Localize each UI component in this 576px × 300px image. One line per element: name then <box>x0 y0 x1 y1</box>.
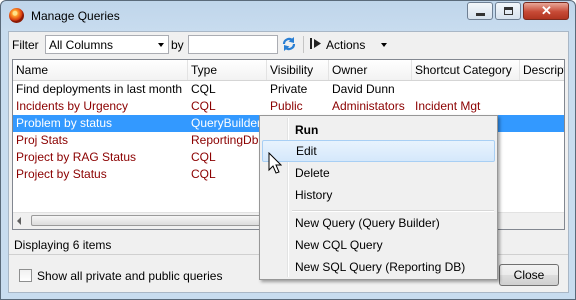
cell-name: Project by Status <box>16 167 107 181</box>
cell-name: Proj Stats <box>16 133 69 147</box>
cell-type: CQL <box>191 150 216 164</box>
cell-type: QueryBuilder <box>191 116 262 130</box>
filter-label: Filter <box>12 38 39 52</box>
table-row[interactable]: Find deployments in last month CQL Private… <box>13 81 564 98</box>
filter-text-input[interactable] <box>188 35 278 54</box>
cell-name: Project by RAG Status <box>16 150 137 164</box>
refresh-icon[interactable] <box>281 36 297 52</box>
cell-visibility: Private <box>270 82 308 96</box>
actions-label: Actions <box>326 38 366 52</box>
cell-name: Problem by status <box>16 116 113 130</box>
cell-type: CQL <box>191 167 216 181</box>
menu-item-new-sql-query[interactable]: New SQL Query (Reporting DB) <box>262 256 495 278</box>
menu-item-label: Run <box>295 123 319 137</box>
window-title: Manage Queries <box>31 9 120 23</box>
menu-item-label: Delete <box>295 166 330 180</box>
menu-item-label: History <box>295 188 333 202</box>
scroll-left-icon[interactable] <box>17 217 21 225</box>
cell-visibility: Public <box>270 99 303 113</box>
context-menu: Run Edit Delete History New Query (Query… <box>259 115 498 280</box>
scrollbar-thumb[interactable] <box>31 215 271 226</box>
cell-category <box>412 81 520 98</box>
close-icon: ✕ <box>541 3 552 18</box>
toolbar-separator <box>303 36 304 53</box>
close-window-button[interactable]: ✕ <box>523 2 569 20</box>
column-header-type[interactable]: Type <box>188 60 267 80</box>
cell-owner: Administators <box>332 99 405 113</box>
actions-icon <box>310 38 321 49</box>
show-all-label: Show all private and public queries <box>37 269 223 283</box>
menu-item-label: Edit <box>296 144 317 158</box>
cell-type: ReportingDb <box>191 133 259 147</box>
minimize-icon <box>476 13 485 16</box>
menu-item-new-cql-query[interactable]: New CQL Query <box>262 234 495 256</box>
filter-column-select[interactable]: All Columns <box>45 35 169 54</box>
menu-item-history[interactable]: History <box>262 184 495 206</box>
cell-type: CQL <box>191 82 216 96</box>
column-header-name[interactable]: Name <box>13 60 188 80</box>
column-header-shortcut-category[interactable]: Shortcut Category <box>412 60 520 80</box>
chevron-down-icon <box>158 43 164 47</box>
menu-item-label: New SQL Query (Reporting DB) <box>295 260 466 274</box>
cell-category: Incident Mgt <box>415 99 481 113</box>
grid-header: Name Type Visibility Owner Shortcut Cate… <box>13 60 564 81</box>
app-icon <box>9 8 24 23</box>
filter-column-value: All Columns <box>49 38 114 52</box>
menu-item-delete[interactable]: Delete <box>262 162 495 184</box>
menu-item-edit[interactable]: Edit <box>262 140 495 162</box>
menu-item-run[interactable]: Run <box>262 119 495 141</box>
chevron-down-icon <box>381 43 387 47</box>
mouse-cursor-icon <box>268 152 282 174</box>
column-header-description[interactable]: Description <box>520 60 564 80</box>
cell-name: Incidents by Urgency <box>16 99 129 113</box>
by-label: by <box>171 38 184 52</box>
show-all-checkbox[interactable] <box>19 269 32 282</box>
cell-name: Find deployments in last month <box>16 82 183 96</box>
menu-item-new-query-builder[interactable]: New Query (Query Builder) <box>262 212 495 234</box>
column-header-owner[interactable]: Owner <box>329 60 412 80</box>
menu-item-label: New Query (Query Builder) <box>295 216 440 230</box>
cell-type: CQL <box>191 99 216 113</box>
maximize-button[interactable] <box>495 2 521 20</box>
title-bar[interactable]: Manage Queries ✕ <box>1 1 575 31</box>
status-text: Displaying 6 items <box>14 238 112 252</box>
close-button[interactable]: Close <box>499 264 559 286</box>
toolbar: Filter All Columns by Actions <box>9 32 568 58</box>
column-header-visibility[interactable]: Visibility <box>267 60 329 80</box>
table-row[interactable]: Incidents by Urgency CQL Public Administato… <box>13 98 564 115</box>
maximize-icon <box>504 7 513 15</box>
menu-item-label: New CQL Query <box>295 238 383 252</box>
cell-owner: David Dunn <box>332 82 395 96</box>
minimize-button[interactable] <box>467 2 493 20</box>
